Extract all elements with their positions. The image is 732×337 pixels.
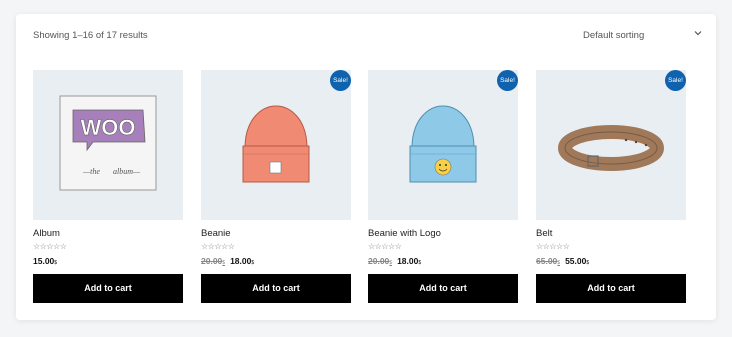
belt-icon [558,125,664,171]
product-card-album: WOO —the album— Album ☆☆☆☆☆ 15.00$ Add t… [33,70,183,305]
svg-text:WOO: WOO [81,115,136,140]
sale-badge: Sale! [665,70,686,91]
currency-symbol: $ [222,260,226,266]
currency-symbol: $ [54,260,58,266]
svg-text:—the: —the [82,167,100,176]
product-card-belt: Sale! Belt ☆☆☆☆☆ 65.00$ 55.00$ Add to car… [536,70,686,305]
product-price: 15.00$ [33,256,57,266]
sale-badge: Sale! [497,70,518,91]
rating-stars: ☆☆☆☆☆ [33,242,67,251]
add-to-cart-button[interactable]: Add to cart [536,274,686,303]
product-card-beanie-with-logo: Sale! Beanie with Logo ☆☆☆☆☆ 20.00$ 18.00… [368,70,518,305]
product-price: 65.00$ 55.00$ [536,256,589,266]
product-title[interactable]: Album [33,228,60,239]
product-card-beanie: Sale! Beanie ☆☆☆☆☆ 20.00$ 18.00$ Add to c… [201,70,351,305]
current-price: 15.00 [33,256,55,266]
beanie-icon [242,105,310,183]
rating-stars: ☆☆☆☆☆ [536,242,570,251]
beanie-logo-icon [409,105,477,183]
product-title[interactable]: Beanie with Logo [368,228,441,239]
product-price: 20.00$ 18.00$ [201,256,254,266]
product-image[interactable]: Sale! [368,70,518,220]
current-price: 55.00 [565,256,587,266]
currency-symbol: $ [586,260,590,266]
chevron-down-icon [694,31,702,36]
old-price: 20.00 [368,256,390,266]
currency-symbol: $ [251,260,255,266]
album-icon: WOO —the album— [59,95,157,191]
svg-text:album—: album— [113,167,141,176]
current-price: 18.00 [397,256,419,266]
sorting-select[interactable]: Default sorting [583,24,703,44]
product-image[interactable]: Sale! [536,70,686,220]
products-panel: Showing 1–16 of 17 results Default sorti… [16,14,716,320]
sale-badge: Sale! [330,70,351,91]
add-to-cart-button[interactable]: Add to cart [33,274,183,303]
product-title[interactable]: Belt [536,228,552,239]
add-to-cart-button[interactable]: Add to cart [201,274,351,303]
add-to-cart-button[interactable]: Add to cart [368,274,518,303]
currency-symbol: $ [389,260,393,266]
rating-stars: ☆☆☆☆☆ [201,242,235,251]
results-count: Showing 1–16 of 17 results [33,30,148,41]
sorting-value: Default sorting [583,30,645,41]
currency-symbol: $ [557,260,561,266]
old-price: 20.00 [201,256,223,266]
product-price: 20.00$ 18.00$ [368,256,421,266]
product-image[interactable]: Sale! [201,70,351,220]
old-price: 65.00 [536,256,558,266]
product-image[interactable]: WOO —the album— [33,70,183,220]
current-price: 18.00 [230,256,252,266]
rating-stars: ☆☆☆☆☆ [368,242,402,251]
product-title[interactable]: Beanie [201,228,231,239]
currency-symbol: $ [418,260,422,266]
